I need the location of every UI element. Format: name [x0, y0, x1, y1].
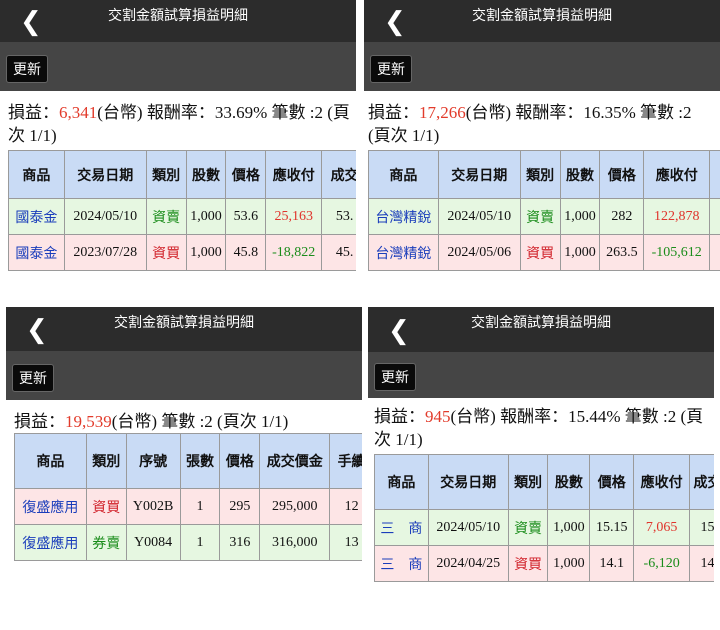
col-header-receivable: 應收付 — [265, 150, 323, 199]
panel-3: ❮ 交割金額試算損益明細 更新 損益：19,539(台幣) 筆數 :2 (頁次 … — [6, 307, 362, 607]
col-header-fee: 手續 — [329, 433, 362, 489]
col-header-serial: 序號 — [125, 433, 181, 489]
detail-table: 商品 交易日期 類別 股數 價格 應收付 成交 三 商 2024/05/10 資… — [374, 454, 714, 582]
profit-value: 17,266 — [419, 103, 466, 122]
profit-value: 6,341 — [59, 103, 98, 122]
col-header-product: 商品 — [368, 150, 439, 199]
toolbar: 更新 — [6, 351, 362, 400]
col-header-type: 類別 — [85, 433, 127, 489]
profit-value: 19,539 — [65, 412, 112, 431]
detail-table: 商品 交易日期 類別 股數 價格 應收付 成交 國泰金 2024/05/10 資… — [8, 150, 356, 271]
detail-table: 商品 類別 序號 張數 價格 成交價金 手續 復盛應用 資買 Y002B 1 2… — [14, 433, 362, 561]
table-row[interactable]: 台灣精銳 2024/05/10 資賣 1,000 282 122,878 — [368, 198, 720, 235]
panel-1: ❮ 交割金額試算損益明細 更新 損益：6,341(台幣) 報酬率：33.69% … — [0, 0, 356, 290]
summary-text: 損益：19,539(台幣) 筆數 :2 (頁次 1/1) — [14, 412, 289, 431]
col-header-receivable: 應收付 — [633, 454, 691, 510]
refresh-button[interactable]: 更新 — [370, 55, 412, 83]
col-header-product: 商品 — [374, 454, 429, 510]
toolbar: 更新 — [364, 42, 720, 91]
col-header-type: 類別 — [145, 150, 187, 199]
refresh-button[interactable]: 更新 — [6, 55, 48, 83]
col-header-type: 類別 — [519, 150, 561, 199]
table-row[interactable]: 復盛應用 券賣 Y0084 1 316 316,000 13 — [14, 524, 362, 561]
col-header-receivable: 應收付 — [643, 150, 711, 199]
refresh-button[interactable]: 更新 — [374, 363, 416, 391]
app-header: ❮ 交割金額試算損益明細 — [6, 307, 362, 351]
col-header-shares: 股數 — [559, 150, 601, 199]
detail-table: 商品 交易日期 類別 股數 價格 應收付 台灣精銳 2024/05/10 資賣 … — [368, 150, 720, 271]
panel-2: ❮ 交割金額試算損益明細 更新 損益：17,266(台幣) 報酬率：16.35%… — [364, 0, 720, 290]
panel-4: ❮ 交割金額試算損益明細 更新 損益：945(台幣) 報酬率：15.44% 筆數… — [368, 307, 714, 612]
page-title: 交割金額試算損益明細 — [472, 8, 612, 24]
table-row[interactable]: 三 商 2024/05/10 資賣 1,000 15.15 7,065 15 — [374, 509, 714, 546]
table-row[interactable]: 國泰金 2023/07/28 資買 1,000 45.8 -18,822 45. — [8, 234, 356, 271]
col-header-price: 價格 — [225, 150, 267, 199]
refresh-button[interactable]: 更新 — [12, 364, 54, 392]
toolbar: 更新 — [368, 352, 714, 398]
table-row[interactable]: 復盛應用 資買 Y002B 1 295 295,000 12 — [14, 488, 362, 525]
summary-text: 損益：17,266(台幣) 報酬率：16.35% 筆數 :2 (頁次 1/1) — [368, 103, 692, 145]
col-header-shares: 股數 — [185, 150, 227, 199]
app-header: ❮ 交割金額試算損益明細 — [368, 307, 714, 352]
col-header-product: 商品 — [8, 150, 65, 199]
table-row[interactable]: 台灣精銳 2024/05/06 資買 1,000 263.5 -105,612 — [368, 234, 720, 271]
toolbar: 更新 — [0, 42, 356, 91]
summary-text: 損益：945(台幣) 報酬率：15.44% 筆數 :2 (頁次 1/1) — [374, 407, 704, 449]
col-header-price: 價格 — [599, 150, 645, 199]
table-row[interactable]: 國泰金 2024/05/10 資賣 1,000 53.6 25,163 53. — [8, 198, 356, 235]
col-header-lots: 張數 — [179, 433, 221, 489]
col-header-type: 類別 — [507, 454, 549, 510]
app-header: ❮ 交割金額試算損益明細 — [364, 0, 720, 42]
page-title: 交割金額試算損益明細 — [108, 8, 248, 24]
col-header-trade-date: 交易日期 — [437, 150, 521, 199]
page-title: 交割金額試算損益明細 — [471, 315, 611, 331]
col-header-shares: 股數 — [547, 454, 591, 510]
col-header-price: 價格 — [219, 433, 261, 489]
table-row[interactable]: 三 商 2024/04/25 資買 1,000 14.1 -6,120 14 — [374, 545, 714, 582]
col-header-trade-date: 交易日期 — [63, 150, 147, 199]
col-header-price: 價格 — [589, 454, 635, 510]
col-header-deal-amount: 成交價金 — [259, 433, 331, 489]
summary-text: 損益：6,341(台幣) 報酬率：33.69% 筆數 :2 (頁次 1/1) — [8, 103, 350, 145]
col-header-deal: 成交 — [689, 454, 714, 510]
col-header-deal: 成交 — [321, 150, 356, 199]
profit-value: 945 — [425, 407, 451, 426]
app-header: ❮ 交割金額試算損益明細 — [0, 0, 356, 42]
page-title: 交割金額試算損益明細 — [114, 315, 254, 331]
col-header-product: 商品 — [14, 433, 87, 489]
col-header-deal — [709, 150, 720, 199]
col-header-trade-date: 交易日期 — [427, 454, 509, 510]
